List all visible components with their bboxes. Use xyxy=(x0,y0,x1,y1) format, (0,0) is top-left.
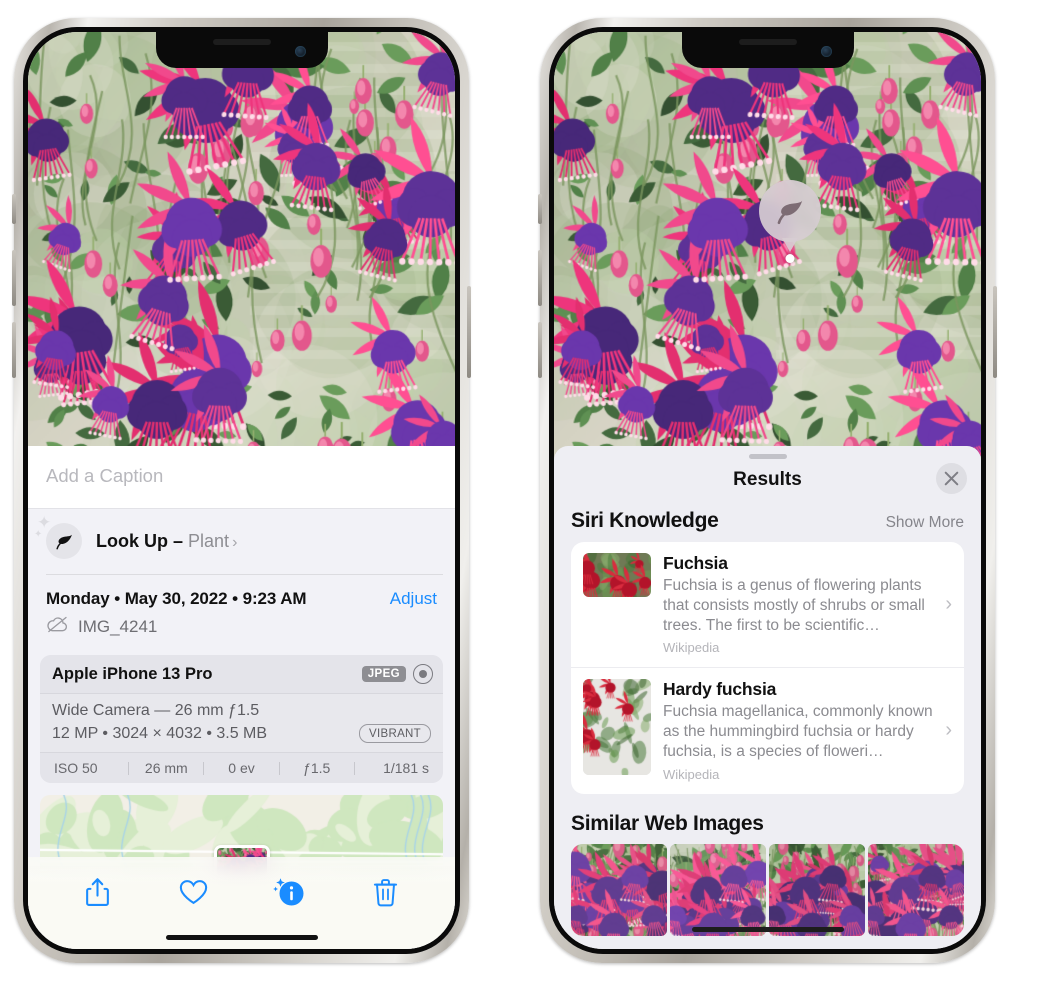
similar-web-images-header: Similar Web Images xyxy=(554,794,981,844)
file-name: IMG_4241 xyxy=(78,617,158,636)
leaf-icon xyxy=(777,200,802,224)
volume-down-button[interactable] xyxy=(538,322,542,378)
power-button[interactable] xyxy=(993,286,997,378)
exif-stat: 1/181 s xyxy=(383,760,430,776)
siri-knowledge-card: Fuchsia Fuchsia is a genus of flowering … xyxy=(571,542,964,794)
volume-down-button[interactable] xyxy=(12,322,16,378)
web-image-tile[interactable] xyxy=(868,843,964,936)
leaf-icon xyxy=(46,523,82,559)
exif-stat: ISO 50 xyxy=(54,760,98,776)
list-item-source: Wikipedia xyxy=(663,640,720,656)
list-item-title: Fuchsia xyxy=(663,553,728,573)
chevron-right-icon: › xyxy=(945,719,952,742)
favorite-button[interactable] xyxy=(171,870,217,914)
thumbnail xyxy=(583,679,651,776)
cloud-slash-icon xyxy=(46,616,69,638)
badge-anchor-dot xyxy=(785,254,795,263)
exif-stat: ƒ1.5 xyxy=(303,760,331,776)
caption-input[interactable]: Add a Caption xyxy=(28,446,455,509)
web-image-tile[interactable] xyxy=(571,843,667,936)
adjust-button[interactable]: Adjust xyxy=(390,589,437,609)
web-image-tile[interactable] xyxy=(670,843,766,936)
photo-info-sheet: Add a Caption ✦ ✦ Look Up – Plant › Mond… xyxy=(28,446,455,949)
badge-pointer xyxy=(782,238,798,252)
chevron-right-icon: › xyxy=(945,592,952,615)
metadata-file-row: IMG_4241 xyxy=(46,616,437,638)
sparkle-icon-small: ✦ xyxy=(34,529,43,540)
photo-view[interactable] xyxy=(28,32,455,466)
size-info: 12 MP • 3024 × 4032 • 3.5 MB xyxy=(52,724,268,742)
phone-left-bezel: Add a Caption ✦ ✦ Look Up – Plant › Mond… xyxy=(23,27,460,954)
exif-body: Wide Camera — 26 mm ƒ1.5 12 MP • 3024 × … xyxy=(40,694,443,752)
results-sheet: Results Siri Knowledge Show More Fuchsia… xyxy=(554,446,981,949)
list-item[interactable]: Fuchsia Fuchsia is a genus of flowering … xyxy=(571,542,964,667)
camera-device-name: Apple iPhone 13 Pro xyxy=(52,664,213,683)
notch xyxy=(681,32,854,68)
look-up-row[interactable]: ✦ ✦ Look Up – Plant › xyxy=(28,509,455,574)
silent-switch[interactable] xyxy=(12,194,16,224)
visual-lookup-badge[interactable] xyxy=(759,180,821,263)
thumbnail xyxy=(583,553,651,597)
metadata-date-row: Monday • May 30, 2022 • 9:23 AM Adjust xyxy=(46,589,437,609)
lens-info: Wide Camera — 26 mm ƒ1.5 xyxy=(52,702,260,719)
chevron-right-icon: › xyxy=(232,533,238,551)
front-camera-icon xyxy=(294,46,306,57)
home-indicator[interactable] xyxy=(691,927,844,932)
screenshot-stage: Add a Caption ✦ ✦ Look Up – Plant › Mond… xyxy=(0,0,1055,985)
close-icon xyxy=(944,471,959,486)
notch xyxy=(155,32,328,68)
delete-button[interactable] xyxy=(362,870,408,914)
share-button[interactable] xyxy=(75,870,121,914)
volume-up-button[interactable] xyxy=(12,250,16,306)
capture-date: Monday • May 30, 2022 • 9:23 AM xyxy=(46,589,307,608)
phone-right-bezel: Results Siri Knowledge Show More Fuchsia… xyxy=(549,27,986,954)
phone-right: Results Siri Knowledge Show More Fuchsia… xyxy=(538,18,997,963)
exif-card[interactable]: Apple iPhone 13 Pro JPEG Wide Camera — 2… xyxy=(40,655,443,783)
exif-stat: 26 mm xyxy=(144,760,188,776)
volume-up-button[interactable] xyxy=(538,250,542,306)
exif-header: Apple iPhone 13 Pro JPEG xyxy=(40,655,443,694)
earpiece-speaker xyxy=(738,39,797,45)
format-badge: JPEG xyxy=(361,666,406,682)
home-indicator[interactable] xyxy=(165,935,318,940)
look-up-icon-wrap: ✦ ✦ xyxy=(34,514,82,559)
list-item-description: Fuchsia magellanica, commonly known as t… xyxy=(663,703,933,761)
list-item-source: Wikipedia xyxy=(663,766,720,782)
exif-stat: 0 ev xyxy=(228,760,255,776)
raw-target-icon[interactable] xyxy=(413,664,433,684)
look-up-label: Look Up – Plant › xyxy=(96,531,237,552)
similar-web-images-title: Similar Web Images xyxy=(571,811,764,835)
photographic-style-badge: VIBRANT xyxy=(359,724,431,743)
front-camera-icon xyxy=(820,46,832,57)
list-item[interactable]: Hardy fuchsia Fuchsia magellanica, commo… xyxy=(571,667,964,793)
metadata-block: Monday • May 30, 2022 • 9:23 AM Adjust I… xyxy=(28,575,455,648)
power-button[interactable] xyxy=(467,286,471,378)
web-image-tile[interactable] xyxy=(769,843,865,936)
info-button[interactable] xyxy=(266,870,312,914)
exif-stats-row: ISO 50 26 mm 0 ev ƒ1.5 1/181 s xyxy=(40,752,443,783)
phone-left: Add a Caption ✦ ✦ Look Up – Plant › Mond… xyxy=(12,18,471,963)
siri-knowledge-title: Siri Knowledge xyxy=(571,509,719,532)
close-button[interactable] xyxy=(936,463,967,494)
siri-knowledge-header: Siri Knowledge Show More xyxy=(554,505,981,542)
list-item-title: Hardy fuchsia xyxy=(663,679,777,700)
size-info-row: 12 MP • 3024 × 4032 • 3.5 MB VIBRANT xyxy=(52,724,431,743)
phone-right-screen: Results Siri Knowledge Show More Fuchsia… xyxy=(554,32,981,949)
phone-left-screen: Add a Caption ✦ ✦ Look Up – Plant › Mond… xyxy=(28,32,455,949)
earpiece-speaker xyxy=(212,39,271,45)
results-title: Results xyxy=(733,469,802,490)
exif-header-right: JPEG xyxy=(361,664,433,684)
silent-switch[interactable] xyxy=(538,194,542,224)
similar-web-images-strip xyxy=(554,843,981,936)
photo-view[interactable] xyxy=(554,32,981,466)
list-item-body: Fuchsia Fuchsia is a genus of flowering … xyxy=(663,553,933,655)
show-more-button[interactable]: Show More xyxy=(886,514,964,532)
list-item-description: Fuchsia is a genus of flowering plants t… xyxy=(663,577,925,634)
look-up-bold: Look Up – xyxy=(96,530,184,551)
results-header: Results xyxy=(554,459,981,505)
list-item-body: Hardy fuchsia Fuchsia magellanica, commo… xyxy=(663,679,933,781)
look-up-subject: Plant xyxy=(188,530,230,551)
